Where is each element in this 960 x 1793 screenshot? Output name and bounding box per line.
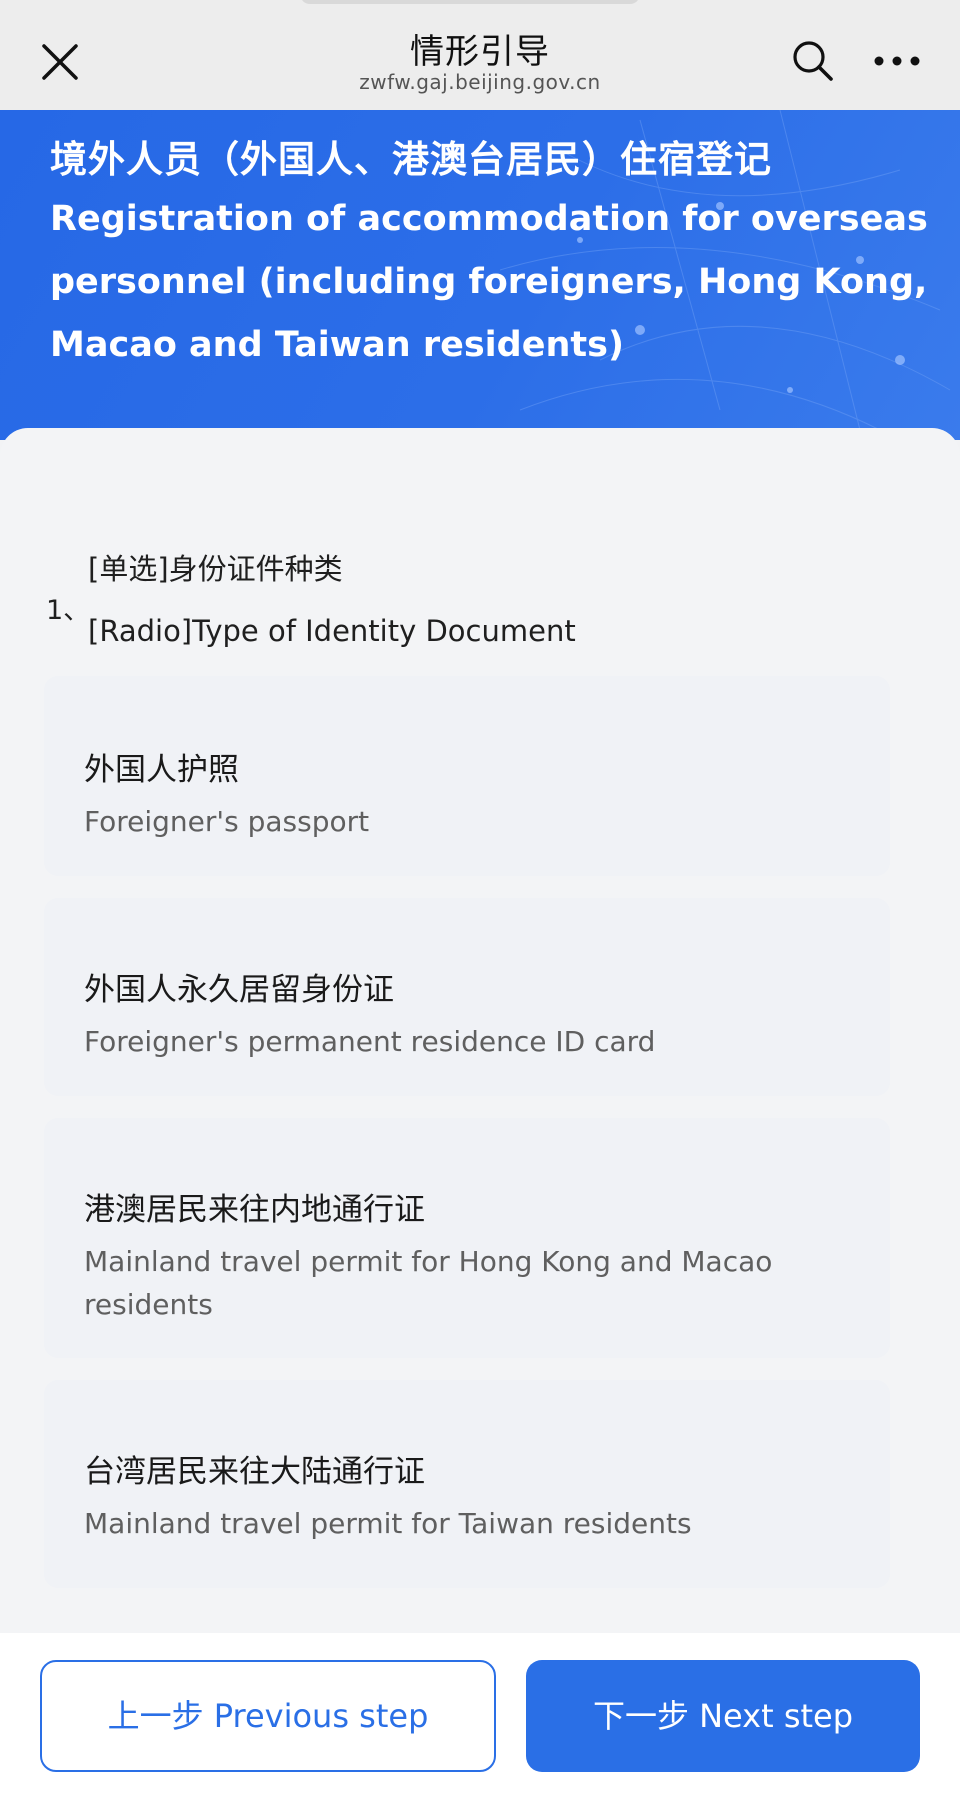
- status-notch: [300, 0, 640, 4]
- more-options-icon[interactable]: [872, 44, 922, 78]
- option-foreigner-passport[interactable]: 外国人护照 Foreigner's passport: [44, 676, 890, 876]
- option-label-zh: 台湾居民来往大陆通行证: [84, 1454, 425, 1490]
- option-permanent-residence-card[interactable]: 外国人永久居留身份证 Foreigner's permanent residen…: [44, 898, 890, 1096]
- hero-text: 境外人员（外国人、港澳台居民）住宿登记 Registration of acco…: [50, 134, 930, 377]
- next-step-button[interactable]: 下一步 Next step: [526, 1660, 920, 1772]
- option-hk-macao-permit[interactable]: 港澳居民来往内地通行证 Mainland travel permit for H…: [44, 1118, 890, 1358]
- option-label-zh: 港澳居民来往内地通行证: [84, 1192, 425, 1228]
- option-label-en: Foreigner's permanent residence ID card: [84, 1025, 656, 1058]
- option-label-en: Mainland travel permit for Hong Kong and…: [84, 1245, 773, 1321]
- option-label-en: Foreigner's passport: [84, 805, 370, 838]
- hero-title-zh: 境外人员（外国人、港澳台居民）住宿登记: [50, 138, 772, 181]
- option-label-en: Mainland travel permit for Taiwan reside…: [84, 1507, 692, 1540]
- question-card: [单选]身份证件种类 1、 [Radio]Type of Identity Do…: [0, 428, 960, 1633]
- option-label-zh: 外国人永久居留身份证: [84, 972, 394, 1008]
- previous-step-button[interactable]: 上一步 Previous step: [40, 1660, 496, 1772]
- option-taiwan-permit[interactable]: 台湾居民来往大陆通行证 Mainland travel permit for T…: [44, 1380, 890, 1588]
- question-label-zh: [单选]身份证件种类: [88, 552, 343, 586]
- hero-banner: 境外人员（外国人、港澳台居民）住宿登记 Registration of acco…: [0, 110, 960, 440]
- hero-title-en: Registration of accommodation for overse…: [50, 199, 928, 365]
- question-number: 1、: [46, 595, 91, 626]
- footer-bar: 上一步 Previous step 下一步 Next step: [0, 1633, 960, 1793]
- question-label-en: [Radio]Type of Identity Document: [88, 614, 576, 648]
- option-label-zh: 外国人护照: [84, 752, 239, 788]
- browser-top-bar: 情形引导 zwfw.gaj.beijing.gov.cn: [0, 0, 960, 110]
- search-icon[interactable]: [790, 38, 836, 84]
